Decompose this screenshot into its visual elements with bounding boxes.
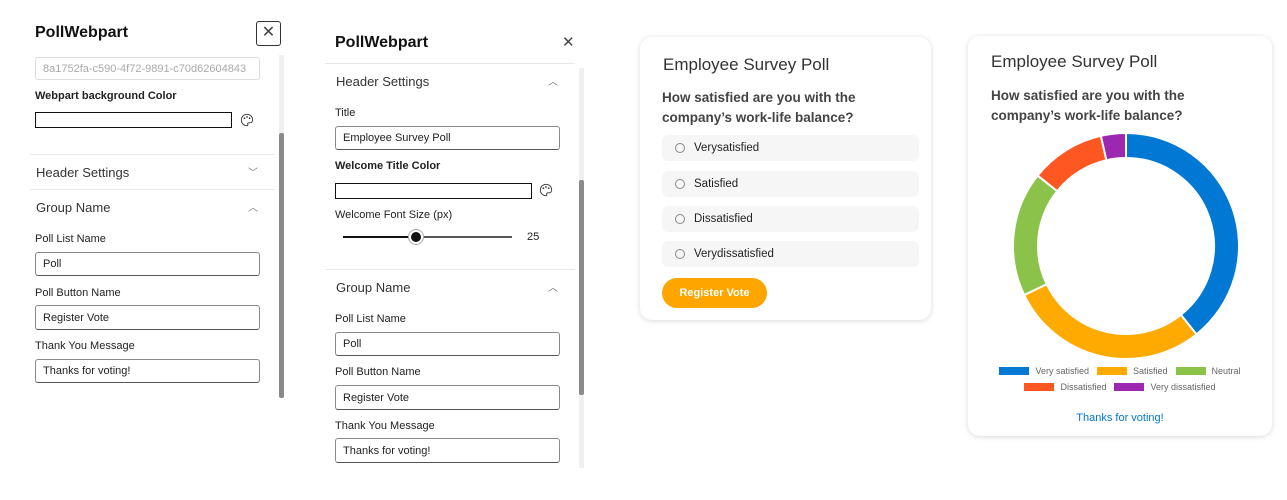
poll-list-label: Poll List Name bbox=[35, 233, 106, 245]
pane-title: PollWebpart bbox=[335, 34, 429, 51]
donut-slice-satisfied bbox=[1022, 282, 1198, 360]
scrollbar-thumb[interactable] bbox=[279, 133, 284, 398]
poll-button-label: Poll Button Name bbox=[35, 287, 121, 299]
poll-question: How satisfied are you with the company’s… bbox=[662, 90, 856, 125]
option-label: Satisfied bbox=[694, 178, 739, 190]
header-settings-toggle[interactable]: Header Settings bbox=[36, 165, 129, 180]
font-size-label: Welcome Font Size (px) bbox=[335, 209, 453, 221]
font-size-value: 25 bbox=[527, 231, 540, 243]
poll-button-label: Poll Button Name bbox=[335, 366, 421, 378]
legend-label: Very dissatisfied bbox=[1150, 382, 1216, 392]
legend-swatch bbox=[1096, 367, 1127, 375]
donut-slice-neutral bbox=[1012, 174, 1059, 297]
close-icon[interactable]: ✕ bbox=[562, 33, 575, 51]
radio-icon[interactable] bbox=[675, 214, 685, 224]
option-label: Verydissatisfied bbox=[694, 248, 774, 260]
legend-swatch bbox=[1114, 383, 1145, 391]
option-dissatisfied[interactable]: Dissatisfied bbox=[662, 206, 919, 232]
legend-swatch bbox=[999, 367, 1030, 375]
legend-label: Satisfied bbox=[1132, 366, 1168, 376]
group-name-toggle[interactable]: Group Name bbox=[36, 200, 110, 215]
guid-field[interactable]: 8a1752fa-c590-4f72-9891-c70d62604843 bbox=[35, 57, 260, 80]
thank-label: Thank You Message bbox=[335, 420, 435, 432]
legend-swatch bbox=[1175, 367, 1206, 375]
donut-slice-very-dissatisfied bbox=[1099, 131, 1127, 162]
title-color-field[interactable] bbox=[335, 183, 532, 199]
poll-list-input[interactable]: Poll bbox=[35, 252, 260, 276]
thanks-message: Thanks for voting! bbox=[1076, 412, 1164, 424]
slider-thumb[interactable] bbox=[408, 230, 423, 244]
poll-list-input[interactable]: Poll bbox=[335, 332, 560, 356]
title-label: Title bbox=[335, 107, 356, 119]
chevron-up-icon[interactable]: ︿ bbox=[248, 199, 258, 214]
legend-label: Very satisfied bbox=[1035, 366, 1089, 376]
scrollbar-thumb[interactable] bbox=[579, 180, 584, 395]
donut-chart bbox=[1012, 131, 1240, 360]
legend-item: Satisfied bbox=[1096, 366, 1168, 376]
option-very-dissatisfied[interactable]: Verydissatisfied bbox=[662, 241, 919, 267]
legend-swatch bbox=[1024, 383, 1055, 391]
results-card: Employee Survey Poll How satisfied are y… bbox=[968, 36, 1272, 436]
poll-title: Employee Survey Poll bbox=[663, 55, 830, 74]
group-name-toggle[interactable]: Group Name bbox=[336, 280, 410, 295]
legend-item: Neutral bbox=[1175, 366, 1241, 376]
close-button[interactable]: ✕ bbox=[256, 21, 281, 46]
title-color-label: Welcome Title Color bbox=[335, 160, 441, 172]
option-label: Verysatisfied bbox=[694, 142, 760, 154]
legend-item: Dissatisfied bbox=[1024, 382, 1106, 392]
legend-label: Dissatisfied bbox=[1060, 382, 1107, 392]
header-settings-toggle[interactable]: Header Settings bbox=[336, 74, 429, 89]
legend-item: Very dissatisfied bbox=[1114, 382, 1216, 392]
font-size-slider[interactable] bbox=[343, 230, 512, 244]
chart-legend: Very satisfied Satisfied Neutral Dissatisfi… bbox=[968, 366, 1272, 392]
option-very-satisfied[interactable]: Verysatisfied bbox=[662, 135, 919, 161]
title-input[interactable]: Employee Survey Poll bbox=[335, 126, 560, 150]
palette-icon[interactable] bbox=[240, 113, 254, 127]
pane-title: PollWebpart bbox=[35, 24, 129, 41]
radio-icon[interactable] bbox=[675, 143, 685, 153]
chevron-up-icon[interactable]: ︿ bbox=[548, 279, 558, 294]
donut-slice-dissatisfied bbox=[1036, 134, 1108, 193]
radio-icon[interactable] bbox=[675, 179, 685, 189]
poll-card: Employee Survey Poll How satisfied are y… bbox=[640, 37, 931, 320]
chevron-down-icon[interactable]: ﹀ bbox=[248, 164, 258, 179]
option-satisfied[interactable]: Satisfied bbox=[662, 171, 919, 197]
thank-input[interactable]: Thanks for voting! bbox=[35, 359, 260, 383]
radio-icon[interactable] bbox=[675, 249, 685, 259]
thank-input[interactable]: Thanks for voting! bbox=[335, 438, 560, 463]
thank-label: Thank You Message bbox=[35, 340, 135, 352]
donut-slice-very-satisfied bbox=[1125, 131, 1240, 336]
chevron-up-icon[interactable]: ︿ bbox=[548, 73, 558, 88]
bg-color-label: Webpart background Color bbox=[35, 90, 177, 102]
poll-button-input[interactable]: Register Vote bbox=[35, 305, 260, 330]
legend-label: Neutral bbox=[1211, 366, 1241, 376]
palette-icon[interactable] bbox=[539, 183, 553, 197]
register-vote-button[interactable]: Register Vote bbox=[662, 278, 767, 308]
poll-button-input[interactable]: Register Vote bbox=[335, 385, 560, 410]
poll-list-label: Poll List Name bbox=[335, 313, 406, 325]
option-label: Dissatisfied bbox=[694, 213, 753, 225]
legend-item: Very satisfied bbox=[999, 366, 1089, 376]
bg-color-field[interactable] bbox=[35, 112, 232, 128]
